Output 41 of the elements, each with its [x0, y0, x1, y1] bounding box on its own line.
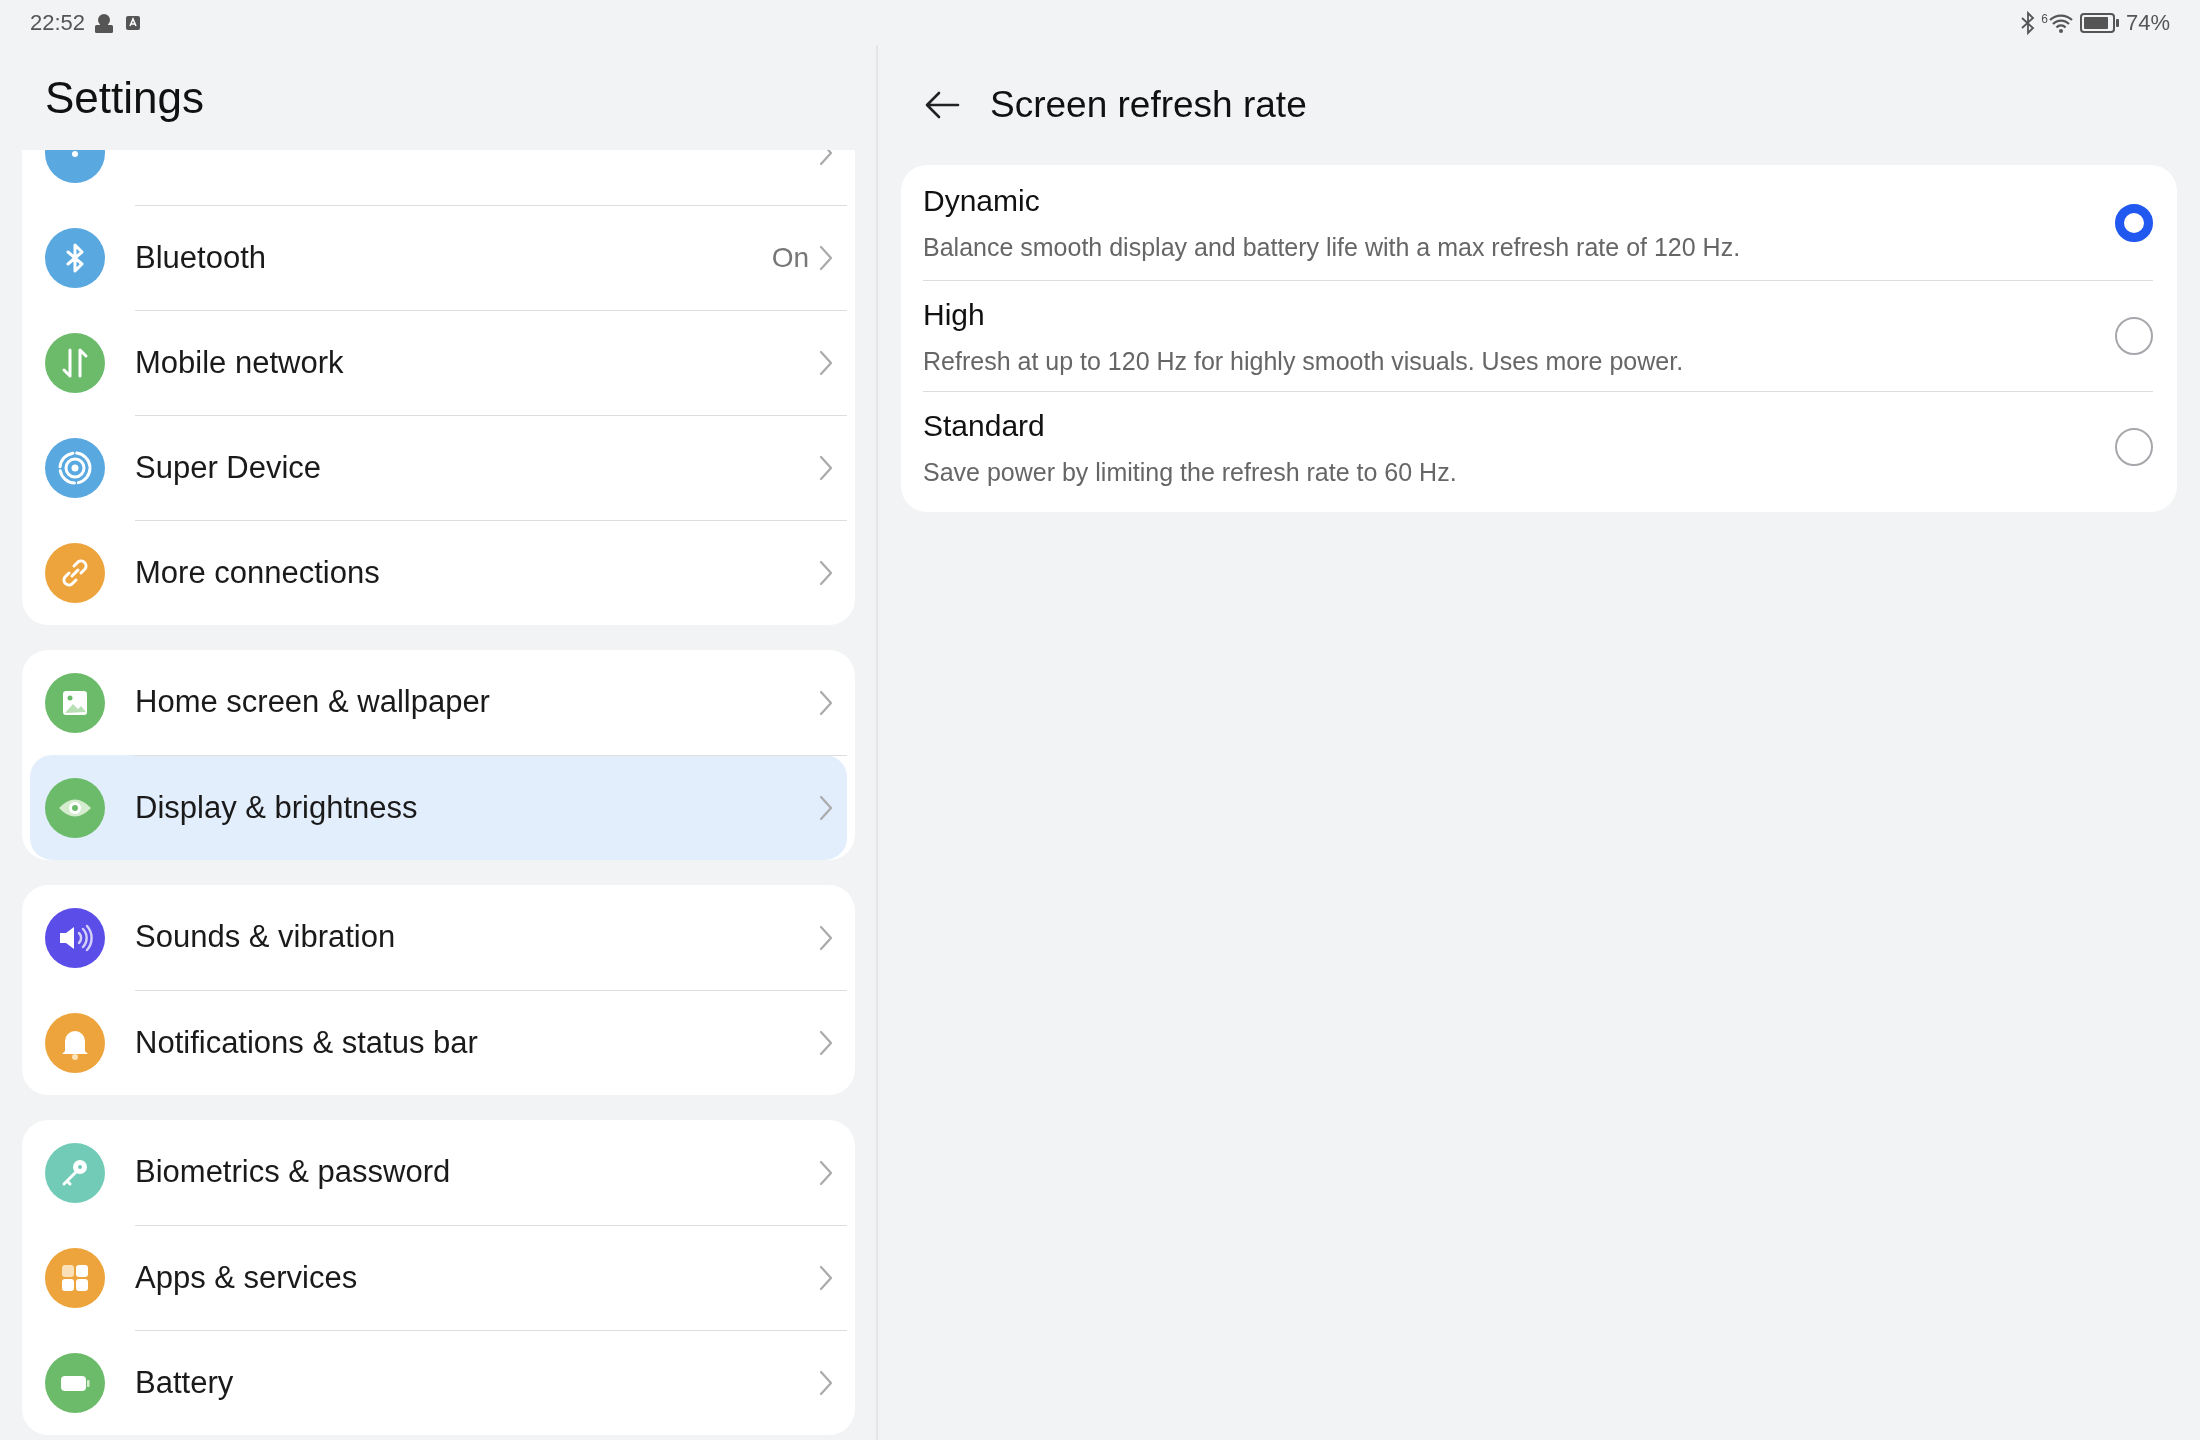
radio-button[interactable]	[2115, 428, 2153, 466]
setting-value: On	[771, 241, 809, 275]
settings-item[interactable]: Mobile network	[30, 310, 847, 415]
back-icon[interactable]	[924, 90, 960, 120]
chevron-icon	[819, 1030, 833, 1056]
chevron-icon	[819, 245, 833, 271]
chevron-icon	[819, 455, 833, 481]
option-description: Refresh at up to 120 Hz for highly smooth visuals. Uses more power.	[923, 345, 1685, 377]
settings-item[interactable]: Apps & services	[30, 1225, 847, 1330]
radio-button[interactable]	[2115, 203, 2153, 242]
battery-level: 74%	[2125, 9, 2170, 37]
settings-item[interactable]: Bluetooth On	[30, 205, 847, 310]
chevron-icon	[819, 1159, 833, 1186]
chevron-icon	[819, 689, 833, 716]
clock-time: 22:52	[30, 9, 86, 37]
settings-item[interactable]: Sounds & vibration	[30, 885, 847, 990]
settings-item[interactable]: Notifications & status bar	[30, 990, 847, 1095]
radio-button[interactable]	[2115, 317, 2153, 355]
settings-item[interactable]: Super Device	[30, 415, 847, 520]
option-title: Standard	[923, 407, 1046, 444]
settings-item[interactable]: Battery	[30, 1330, 847, 1435]
settings-item[interactable]: Biometrics & password	[30, 1120, 847, 1225]
chevron-icon	[819, 1370, 833, 1396]
page-title: Settings	[44, 72, 205, 124]
chevron-icon	[819, 795, 833, 821]
settings-item[interactable]: Home screen & wallpaper	[30, 650, 847, 755]
chevron-icon	[819, 924, 833, 951]
settings-item[interactable]: More connections	[30, 520, 847, 625]
option-description: Save power by limiting the refresh rate to 60 Hz.	[923, 456, 1458, 488]
chevron-icon	[819, 350, 833, 376]
screen-title: Screen refresh rate	[990, 83, 1307, 128]
option-description: Balance smooth display and battery life with a max refresh rate of 120 Hz.	[923, 232, 1742, 264]
option-title: High	[923, 296, 986, 333]
wifi-standard-label: 6	[2041, 11, 2048, 28]
settings-item[interactable]: Display & brightness	[30, 755, 847, 860]
chevron-icon	[819, 1265, 833, 1291]
battery-icon	[2079, 11, 2120, 34]
option-title: Dynamic	[923, 183, 1041, 220]
chevron-icon	[819, 560, 833, 586]
bluetooth-icon	[2020, 10, 2037, 35]
notification-icon	[125, 14, 142, 31]
